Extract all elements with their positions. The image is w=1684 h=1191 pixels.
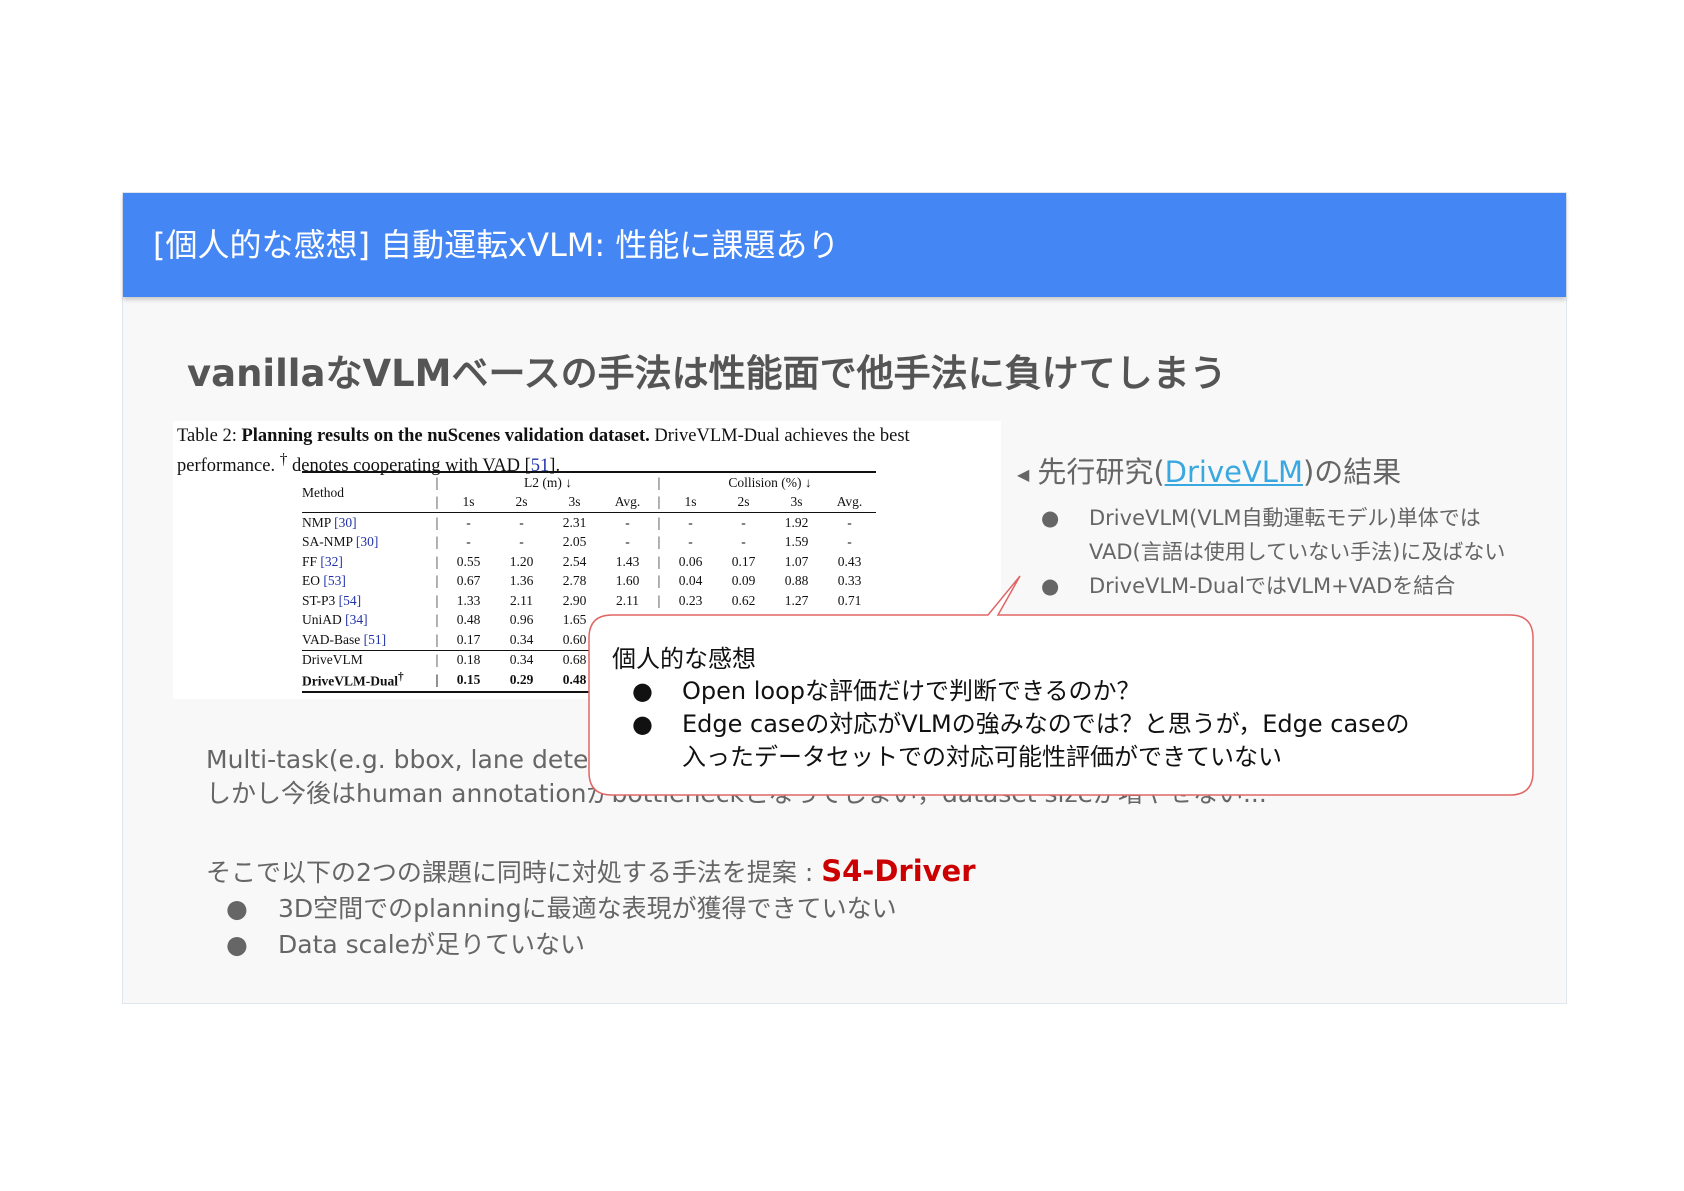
speech-callout: 個人的な感想 ● Open loopな評価だけで判断できるのか？ ● Edge ca… xyxy=(588,615,1533,795)
bullet-icon: ● xyxy=(632,710,653,738)
list-item: ● Edge caseの対応がVLMの強みなのでは？と思うが，Edge caseの… xyxy=(632,710,1410,771)
callout-heading: 個人的な感想 xyxy=(612,645,756,673)
speech-callout-shape xyxy=(588,575,1534,796)
bullet-icon: ● xyxy=(632,677,653,705)
list-item: ● Open loopな評価だけで判断できるのか？ xyxy=(632,675,1409,708)
